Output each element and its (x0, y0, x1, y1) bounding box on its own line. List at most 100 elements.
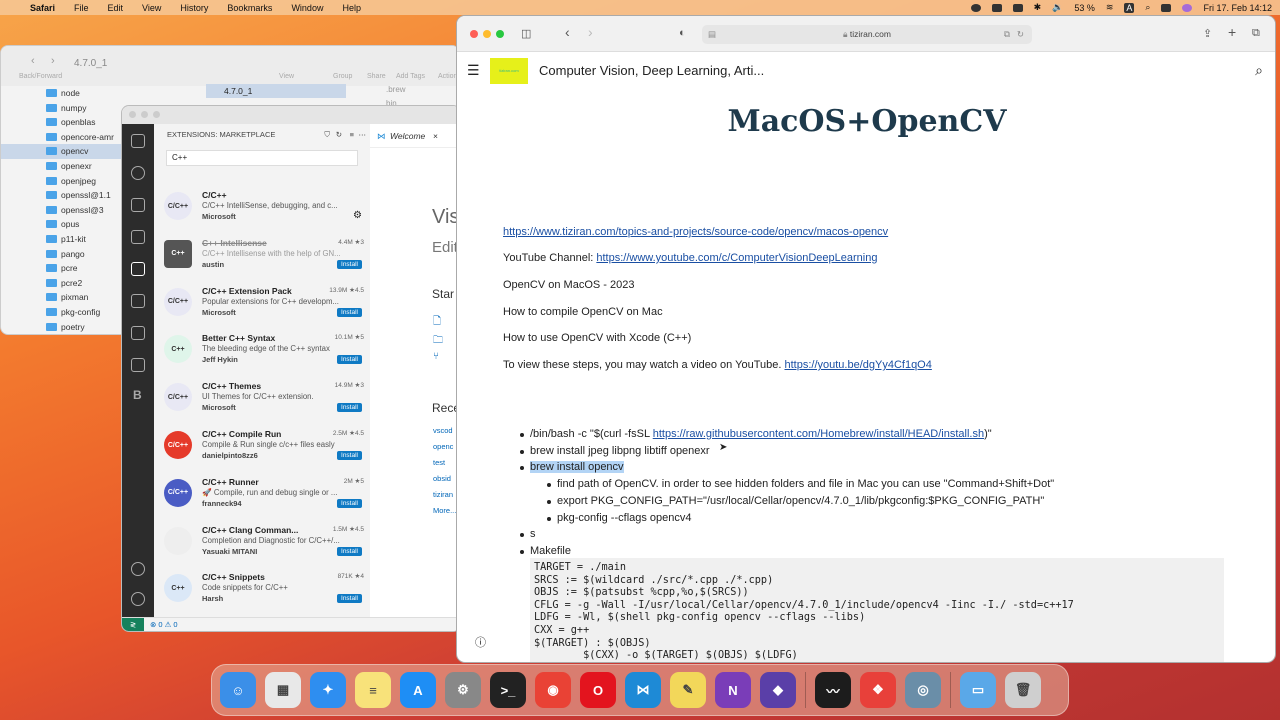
menu-view[interactable]: View (142, 3, 161, 13)
install-button[interactable]: Install (337, 594, 362, 604)
minimize-dot[interactable] (141, 111, 148, 118)
recent-link[interactable]: obsid (433, 474, 451, 483)
search-icon[interactable]: ⌕ (1255, 62, 1263, 79)
manage-gear-icon[interactable]: ⚙ (353, 210, 362, 221)
search-icon[interactable] (131, 166, 145, 180)
dock-anydesk-icon[interactable]: ❖ (860, 672, 896, 708)
more-icon[interactable]: ⋯ (359, 124, 367, 146)
dock-obsidian-icon[interactable]: ◆ (760, 672, 796, 708)
dock-stickies-icon[interactable]: ✎ (670, 672, 706, 708)
more-link[interactable]: More... (433, 506, 456, 515)
forward-icon[interactable]: › (51, 55, 55, 67)
extension-item[interactable]: C/C++ C/C++ Runner 🚀 Compile, run and debu… (154, 475, 370, 523)
open-folder-icon[interactable]: 🗀 (433, 333, 443, 350)
dock-onenote-icon[interactable]: N (715, 672, 751, 708)
install-button[interactable]: Install (337, 546, 362, 556)
back-icon[interactable]: ‹ (31, 55, 35, 67)
install-button[interactable]: Install (337, 307, 362, 317)
menu-history[interactable]: History (180, 3, 208, 13)
menu-safari[interactable]: Safari (30, 3, 55, 13)
wifi-icon[interactable]: ≋ (1106, 2, 1114, 13)
remote-explorer-icon[interactable] (131, 294, 145, 308)
install-button[interactable]: Install (337, 451, 362, 460)
dock-finder-icon[interactable]: ☺ (220, 672, 256, 708)
share-button[interactable]: Share (367, 73, 386, 80)
extensions-icon[interactable] (131, 262, 145, 276)
account-icon[interactable] (131, 562, 145, 576)
folder-item-selected-col2[interactable]: 4.7.0_1 (206, 84, 346, 98)
zoom-dot[interactable] (153, 111, 160, 118)
spotlight-icon[interactable]: ⌕ (1145, 2, 1150, 13)
address-bar[interactable]: ▤ 🔒︎ tiziran.com ⧉ ↻ (702, 25, 1032, 44)
menu-bookmarks[interactable]: Bookmarks (227, 3, 272, 13)
b-icon[interactable]: B (133, 388, 142, 402)
menu-file[interactable]: File (74, 3, 89, 13)
extension-item[interactable]: C/C++ C/C++ Themes UI Themes for C/C++ ext… (154, 379, 370, 427)
gamepad-icon[interactable] (1012, 3, 1023, 12)
info-icon[interactable]: ⓘ (475, 634, 486, 650)
dock-launchpad-icon[interactable]: ▦ (265, 672, 301, 708)
extension-search-input[interactable]: C++ (166, 150, 358, 166)
record-icon[interactable] (970, 3, 981, 12)
homebrew-link[interactable]: https://raw.githubusercontent.com/Homebr… (653, 428, 984, 440)
dock-vs-code-icon[interactable]: ⋈ (625, 672, 661, 708)
cloud-icon[interactable] (991, 3, 1002, 12)
close-icon[interactable]: × (433, 124, 438, 148)
folder-item[interactable]: node (1, 86, 191, 101)
extension-item[interactable]: C/C++ C/C++ Compile Run Compile & Run sing… (154, 427, 370, 475)
remote-icon[interactable]: ≷ (122, 618, 144, 631)
extension-item[interactable]: C/C++ C/C++ C/C++ IntelliSense, debugging,… (154, 188, 370, 236)
filter-icon[interactable]: ⛉ (324, 124, 330, 146)
problems-count[interactable]: ⊗ 0 ⚠ 0 (150, 618, 178, 631)
control-center-icon[interactable] (1161, 3, 1172, 12)
reload-icon[interactable]: ↻ (1017, 25, 1024, 44)
dock-opera-icon[interactable]: O (580, 672, 616, 708)
dock-app-store-icon[interactable]: A (400, 672, 436, 708)
run-debug-icon[interactable] (131, 230, 145, 244)
clock[interactable]: Fri 17. Feb 14:12 (1203, 3, 1272, 13)
settings-gear-icon[interactable] (131, 592, 145, 606)
bluetooth-icon[interactable]: ✱ (1034, 2, 1042, 13)
sidebar-icon[interactable]: ◫ (521, 27, 531, 40)
zoom-button[interactable] (496, 30, 504, 38)
close-dot[interactable] (129, 111, 136, 118)
new-file-icon[interactable]: 🗋 (433, 314, 441, 331)
site-logo[interactable]: tiziran.com (490, 58, 528, 84)
dock-proxyman-icon[interactable]: ◎ (905, 672, 941, 708)
folder-item[interactable]: .brew (386, 85, 406, 94)
dock-downloads-icon[interactable]: ▭ (960, 672, 996, 708)
install-button[interactable]: Install (337, 403, 362, 413)
dock-notes-icon[interactable]: ≡ (355, 672, 391, 708)
clear-icon[interactable]: ≡ (350, 124, 354, 146)
hamburger-menu-icon[interactable]: ☰ (467, 62, 480, 79)
video-link[interactable]: https://youtu.be/dgYy4Cf1qO4 (784, 359, 931, 371)
install-button[interactable]: Install (337, 498, 362, 508)
privacy-shield-icon[interactable]: ◐ (679, 27, 686, 39)
install-button[interactable]: Install (337, 259, 362, 269)
menu-help[interactable]: Help (342, 3, 361, 13)
new-tab-icon[interactable]: + (1228, 24, 1236, 40)
extension-item[interactable]: C++ C/C++ Snippets Code snippets for C/C++… (154, 570, 370, 618)
dock-trash-icon[interactable]: 🗑 (1005, 672, 1041, 708)
install-button[interactable]: Install (337, 355, 362, 365)
action-button[interactable]: Action (438, 73, 457, 80)
source-control-icon[interactable] (131, 198, 145, 212)
files-icon[interactable] (131, 358, 145, 372)
siri-icon[interactable] (1182, 3, 1193, 12)
forward-icon[interactable]: › (588, 24, 593, 40)
recent-link[interactable]: vscod (433, 426, 453, 435)
tab-welcome[interactable]: ⋈ Welcome × (370, 124, 460, 148)
translate-icon[interactable]: ⧉ (1004, 25, 1010, 44)
group-button[interactable]: Group (333, 73, 352, 80)
dock-system-settings-icon[interactable]: ⚙ (445, 672, 481, 708)
recent-link[interactable]: openc (433, 442, 453, 451)
menu-edit[interactable]: Edit (108, 3, 124, 13)
view-button[interactable]: View (279, 73, 294, 80)
add-tags-button[interactable]: Add Tags (396, 73, 425, 80)
dock-safari-icon[interactable]: ✦ (310, 672, 346, 708)
source-link[interactable]: https://www.tiziran.com/topics-and-proje… (503, 226, 888, 238)
close-button[interactable] (470, 30, 478, 38)
volume-icon[interactable]: 🔉 (1052, 2, 1063, 13)
recent-link[interactable]: tiziran (433, 490, 453, 499)
extension-item[interactable]: C/C++ Clang Comman... Completion and Diag… (154, 523, 370, 571)
